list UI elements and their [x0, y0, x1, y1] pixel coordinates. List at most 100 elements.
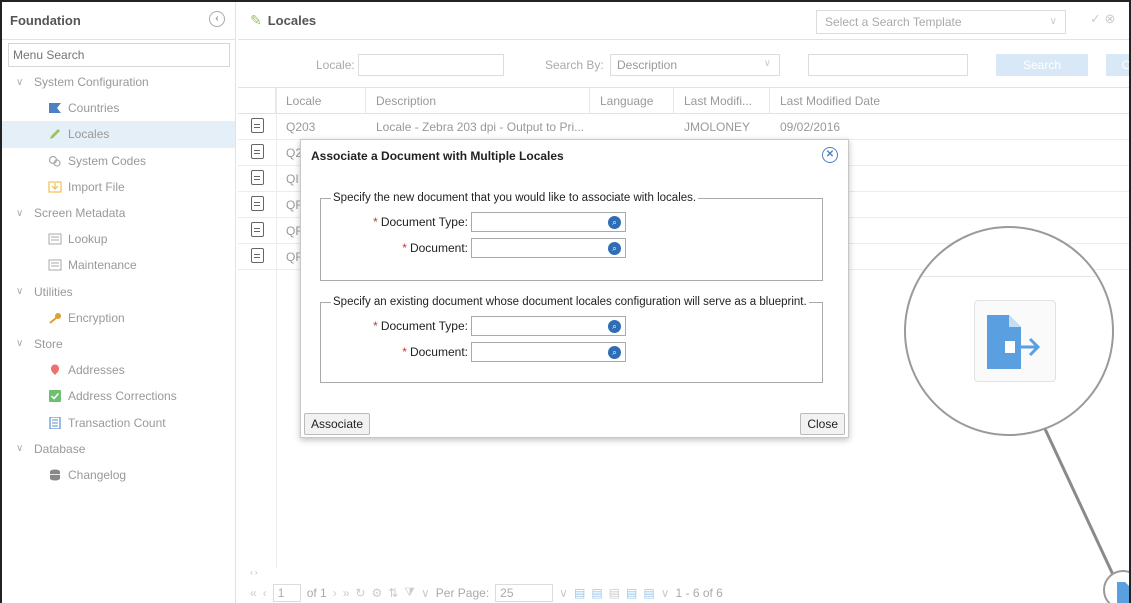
- chevron-down-icon: ∨: [16, 207, 24, 219]
- export-menu-icon[interactable]: ▤: [643, 586, 654, 600]
- new-document-type-input[interactable]: ⌕: [471, 212, 626, 232]
- document-icon[interactable]: [250, 143, 264, 159]
- menu-group-utilities[interactable]: ∨ Utilities: [2, 279, 235, 305]
- sidebar-item-encryption[interactable]: Encryption: [2, 305, 235, 331]
- view-record-icon[interactable]: ▤: [609, 586, 620, 600]
- new-document-row: * Document: ⌕: [321, 238, 824, 258]
- blueprint-document-input[interactable]: ⌕: [471, 342, 626, 362]
- sidebar-item-locales[interactable]: Locales: [2, 121, 235, 148]
- new-document-input[interactable]: ⌕: [471, 238, 626, 258]
- horizontal-scroll-arrows[interactable]: ‹ ›: [250, 568, 258, 577]
- sort-clear-icon[interactable]: ⇅: [388, 586, 398, 600]
- per-page-select[interactable]: 25: [495, 583, 554, 602]
- menu-tree: ∨ System Configuration Countries Locales…: [2, 69, 235, 488]
- edit-record-icon[interactable]: ▤: [591, 586, 602, 600]
- document-type-label: Document Type:: [380, 319, 468, 333]
- row-action-cell[interactable]: [238, 143, 276, 162]
- required-marker: *: [402, 345, 407, 359]
- blueprint-document-row: * Document: ⌕: [321, 342, 824, 362]
- menu-search-input[interactable]: [8, 43, 230, 67]
- clear-button[interactable]: C: [1106, 54, 1129, 76]
- search-template-select[interactable]: Select a Search Template ∨: [816, 10, 1066, 34]
- row-action-cell[interactable]: [238, 195, 276, 214]
- lookup-search-icon[interactable]: ⌕: [608, 216, 621, 229]
- search-button[interactable]: Search: [996, 54, 1088, 76]
- next-page-icon[interactable]: ›: [333, 586, 337, 600]
- chevron-down-icon[interactable]: ∨: [559, 586, 568, 600]
- chevron-down-icon: ∨: [16, 286, 24, 298]
- magnifier-divider: [906, 276, 1112, 277]
- row-action-cell[interactable]: [238, 221, 276, 240]
- locale-input[interactable]: [358, 54, 504, 76]
- field-label: * Document:: [402, 241, 468, 255]
- search-by-select[interactable]: Description ∨: [610, 54, 780, 76]
- sidebar-item-addresses[interactable]: Addresses: [2, 357, 235, 383]
- codes-icon: [48, 155, 61, 167]
- sidebar-item-system-codes[interactable]: System Codes: [2, 148, 235, 174]
- document-icon[interactable]: [250, 221, 264, 237]
- close-icon[interactable]: ✕: [822, 147, 838, 163]
- column-header-description[interactable]: Description: [366, 87, 590, 114]
- column-header-last-modified-by[interactable]: Last Modifi...: [674, 87, 770, 114]
- table-row[interactable]: Q203 Locale - Zebra 203 dpi - Output to …: [238, 114, 1129, 140]
- row-action-cell[interactable]: [238, 117, 276, 136]
- associate-button[interactable]: Associate: [304, 413, 371, 435]
- sidebar-item-changelog[interactable]: Changelog: [2, 462, 235, 488]
- document-icon[interactable]: [250, 247, 264, 263]
- field-label: * Document Type:: [373, 319, 468, 333]
- document-label: Document:: [409, 241, 468, 255]
- search-value-input[interactable]: [808, 54, 968, 76]
- sidebar-item-maintenance[interactable]: Maintenance: [2, 252, 235, 278]
- column-header-language[interactable]: Language: [590, 87, 674, 114]
- cell-description: Locale - Zebra 203 dpi - Output to Pri..…: [376, 119, 585, 134]
- chevron-down-icon[interactable]: ∨: [421, 586, 430, 600]
- lookup-search-icon[interactable]: ⌕: [608, 320, 621, 333]
- menu-group-system-configuration[interactable]: ∨ System Configuration: [2, 69, 235, 95]
- blueprint-document-type-input[interactable]: ⌕: [471, 316, 626, 336]
- first-page-icon[interactable]: «: [250, 586, 257, 600]
- lookup-search-icon[interactable]: ⌕: [608, 346, 621, 359]
- sidebar-item-countries[interactable]: Countries: [2, 95, 235, 121]
- sidebar-item-import-file[interactable]: Import File: [2, 174, 235, 200]
- app-frame: Foundation ‹ ∨ System Configuration Coun…: [0, 0, 1131, 603]
- column-header-locale[interactable]: Locale: [276, 87, 366, 114]
- prev-page-icon[interactable]: ‹: [263, 586, 267, 600]
- cell-modified-by: JMOLONEY: [684, 119, 751, 134]
- filter-clear-icon[interactable]: ⧩: [404, 585, 415, 600]
- sidebar-item-label: Countries: [68, 101, 120, 116]
- menu-group-database[interactable]: ∨ Database: [2, 436, 235, 462]
- row-action-cell[interactable]: [238, 247, 276, 266]
- sidebar-item-label: Lookup: [68, 232, 108, 247]
- document-icon[interactable]: [250, 195, 264, 211]
- sidebar-item-transaction-count[interactable]: Transaction Count: [2, 409, 235, 435]
- sidebar-item-label: Locales: [68, 127, 110, 142]
- export-document-icon[interactable]: [1105, 572, 1131, 603]
- sidebar-item-address-corrections[interactable]: Address Corrections: [2, 383, 235, 409]
- lookup-search-icon[interactable]: ⌕: [608, 242, 621, 255]
- delete-record-icon[interactable]: ▤: [626, 586, 637, 600]
- refresh-icon[interactable]: ↻: [355, 586, 365, 600]
- pencil-icon: ✎: [250, 12, 262, 28]
- settings-icon[interactable]: ⚙: [371, 586, 382, 600]
- menu-group-screen-metadata[interactable]: ∨ Screen Metadata: [2, 200, 235, 226]
- page-number-input[interactable]: 1: [272, 583, 301, 602]
- row-action-cell[interactable]: [238, 169, 276, 188]
- last-page-icon[interactable]: »: [343, 586, 350, 600]
- dialog-header: Associate a Document with Multiple Local…: [301, 140, 848, 172]
- menu-group-store[interactable]: ∨ Store: [2, 331, 235, 357]
- sidebar-item-label: System Codes: [68, 153, 147, 168]
- search-template-placeholder: Select a Search Template: [825, 15, 962, 29]
- chevron-down-icon[interactable]: ∨: [661, 586, 670, 600]
- column-header-last-modified-date[interactable]: Last Modified Date: [770, 88, 1000, 114]
- collapse-sidebar-icon[interactable]: ‹: [209, 11, 225, 27]
- add-record-icon[interactable]: ▤: [574, 586, 585, 600]
- check-icon[interactable]: ✓: [1090, 11, 1101, 26]
- required-marker: *: [373, 319, 378, 333]
- template-actions: ✓ ⊗: [1090, 11, 1115, 27]
- clear-circle-icon[interactable]: ⊗: [1105, 11, 1116, 26]
- document-icon[interactable]: [250, 117, 264, 133]
- close-button[interactable]: Close: [800, 413, 845, 435]
- sidebar-item-lookup[interactable]: Lookup: [2, 226, 235, 252]
- document-icon[interactable]: [250, 169, 264, 185]
- key-icon: [49, 312, 61, 324]
